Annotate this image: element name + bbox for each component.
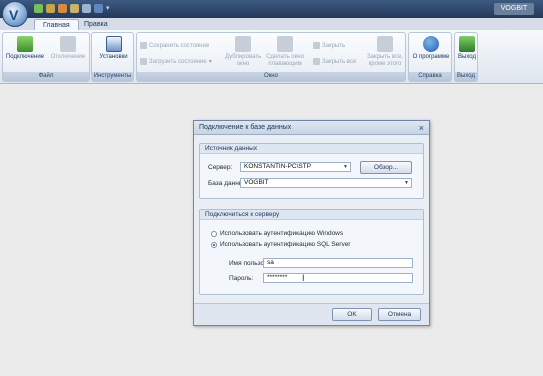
help-icon[interactable] [94,4,103,13]
server-select[interactable]: KONSTANTIN-PC\STP ▼ [240,162,351,172]
close-window-label: Закрыть [322,42,346,49]
floating-window-button[interactable]: Сделать окно плавающим [265,36,305,68]
group-exit-label: Выход [455,72,477,81]
open-icon[interactable] [58,4,67,13]
redo-icon[interactable] [70,4,79,13]
floating-window-icon [277,36,293,52]
group-help: О программе Справка [408,32,452,82]
group-exit: Выход Выход [454,32,478,82]
sql-auth-label[interactable]: Использовать аутентификацию SQL Server [220,241,350,248]
window-title: VOGBIT [494,3,534,15]
database-select[interactable]: VOGBIT ▼ [240,178,412,188]
close-all-label: Закрыть все [322,58,357,65]
ok-button[interactable]: OK [332,308,372,321]
close-window-button[interactable]: Закрыть [313,42,345,49]
disconnect-icon [60,36,76,52]
sql-auth-radio[interactable] [211,242,217,248]
chevron-down-icon[interactable]: ▼ [343,163,348,172]
text-cursor-icon: I [302,273,305,283]
server-auth-header: Подключиться к серверу [200,210,423,220]
group-tools-label: Инструменты [92,72,133,81]
cancel-button[interactable]: Отмена [378,308,421,321]
group-tools: Установки Инструменты [91,32,134,82]
password-label: Пароль: [229,275,254,282]
title-bar: ▾ VOGBIT [0,0,543,18]
windows-auth-label[interactable]: Использовать аутентификацию Windows [220,230,343,237]
group-window-label: Окно [137,72,405,81]
load-state-icon [140,58,147,65]
about-button[interactable]: О программе [411,36,451,61]
dialog-title-bar: Подключение к базе данных × [194,121,429,135]
save-state-icon [140,42,147,49]
disconnect-button[interactable]: Отключение [47,36,89,61]
password-field[interactable]: ******** [263,273,413,283]
settings-button[interactable]: Установки [94,36,133,61]
group-window: Сохранить состояние Загрузить состояние … [136,32,406,82]
connect-database-dialog: Подключение к базе данных × Источник дан… [193,120,430,326]
exit-label: Выход [458,54,476,60]
quick-access-toolbar: ▾ [34,4,115,13]
app-menu-button[interactable]: V [2,1,28,27]
username-field[interactable]: sa [263,258,413,268]
load-state-button[interactable]: Загрузить состояние ▾ [140,58,212,65]
data-source-header: Источник данных [200,144,423,154]
close-all-except-icon [377,36,393,52]
dialog-title: Подключение к базе данных [199,124,292,131]
disconnect-label: Отключение [50,54,86,60]
browse-button[interactable]: Обзор... [360,161,412,174]
close-all-except-button[interactable]: Закрыть все, кроме этого [365,36,405,68]
about-label: О программе [412,54,450,60]
connect-button[interactable]: Подключение [5,36,45,61]
group-file-label: Файл [3,72,89,81]
undo-icon[interactable] [46,4,55,13]
close-icon[interactable]: × [419,121,424,135]
server-label: Сервер: [208,164,233,171]
info-icon [423,36,439,52]
save-state-button[interactable]: Сохранить состояние [140,42,209,49]
close-all-icon [313,58,320,65]
duplicate-window-icon [235,36,251,52]
group-file: Подключение Отключение Файл [2,32,90,82]
connect-label: Подключение [5,54,45,60]
close-all-button[interactable]: Закрыть все [313,58,356,65]
dialog-footer: OK Отмена [194,303,429,325]
ribbon: Подключение Отключение Файл Установки Ин… [0,30,543,84]
windows-auth-radio[interactable] [211,231,217,237]
exit-icon [459,36,475,52]
app-logo-icon: V [9,7,19,23]
save-icon[interactable] [34,4,43,13]
server-value: KONSTANTIN-PC\STP [244,163,312,170]
server-auth-panel: Подключиться к серверу Использовать ауте… [199,209,424,295]
connect-icon [17,36,33,52]
close-all-except-label: Закрыть все, кроме этого [367,54,403,67]
group-help-label: Справка [409,72,451,81]
close-window-icon [313,42,320,49]
customize-qat-icon[interactable]: ▾ [106,4,115,13]
floating-window-label: Сделать окно плавающим [266,54,304,67]
exit-button[interactable]: Выход [456,36,478,61]
checklist-icon [105,36,122,52]
duplicate-window-label: Дублировать окно [225,54,262,67]
print-icon[interactable] [82,4,91,13]
data-source-panel: Источник данных Сервер: KONSTANTIN-PC\ST… [199,143,424,199]
settings-label: Установки [99,54,128,60]
ribbon-tabs: Главная Правка [0,18,543,31]
load-state-label: Загрузить состояние [149,58,207,65]
chevron-down-icon[interactable]: ▼ [404,179,409,188]
duplicate-window-button[interactable]: Дублировать окно [225,36,261,68]
database-value: VOGBIT [244,179,269,186]
dropdown-arrow-icon: ▾ [208,59,212,65]
save-state-label: Сохранить состояние [149,42,210,49]
